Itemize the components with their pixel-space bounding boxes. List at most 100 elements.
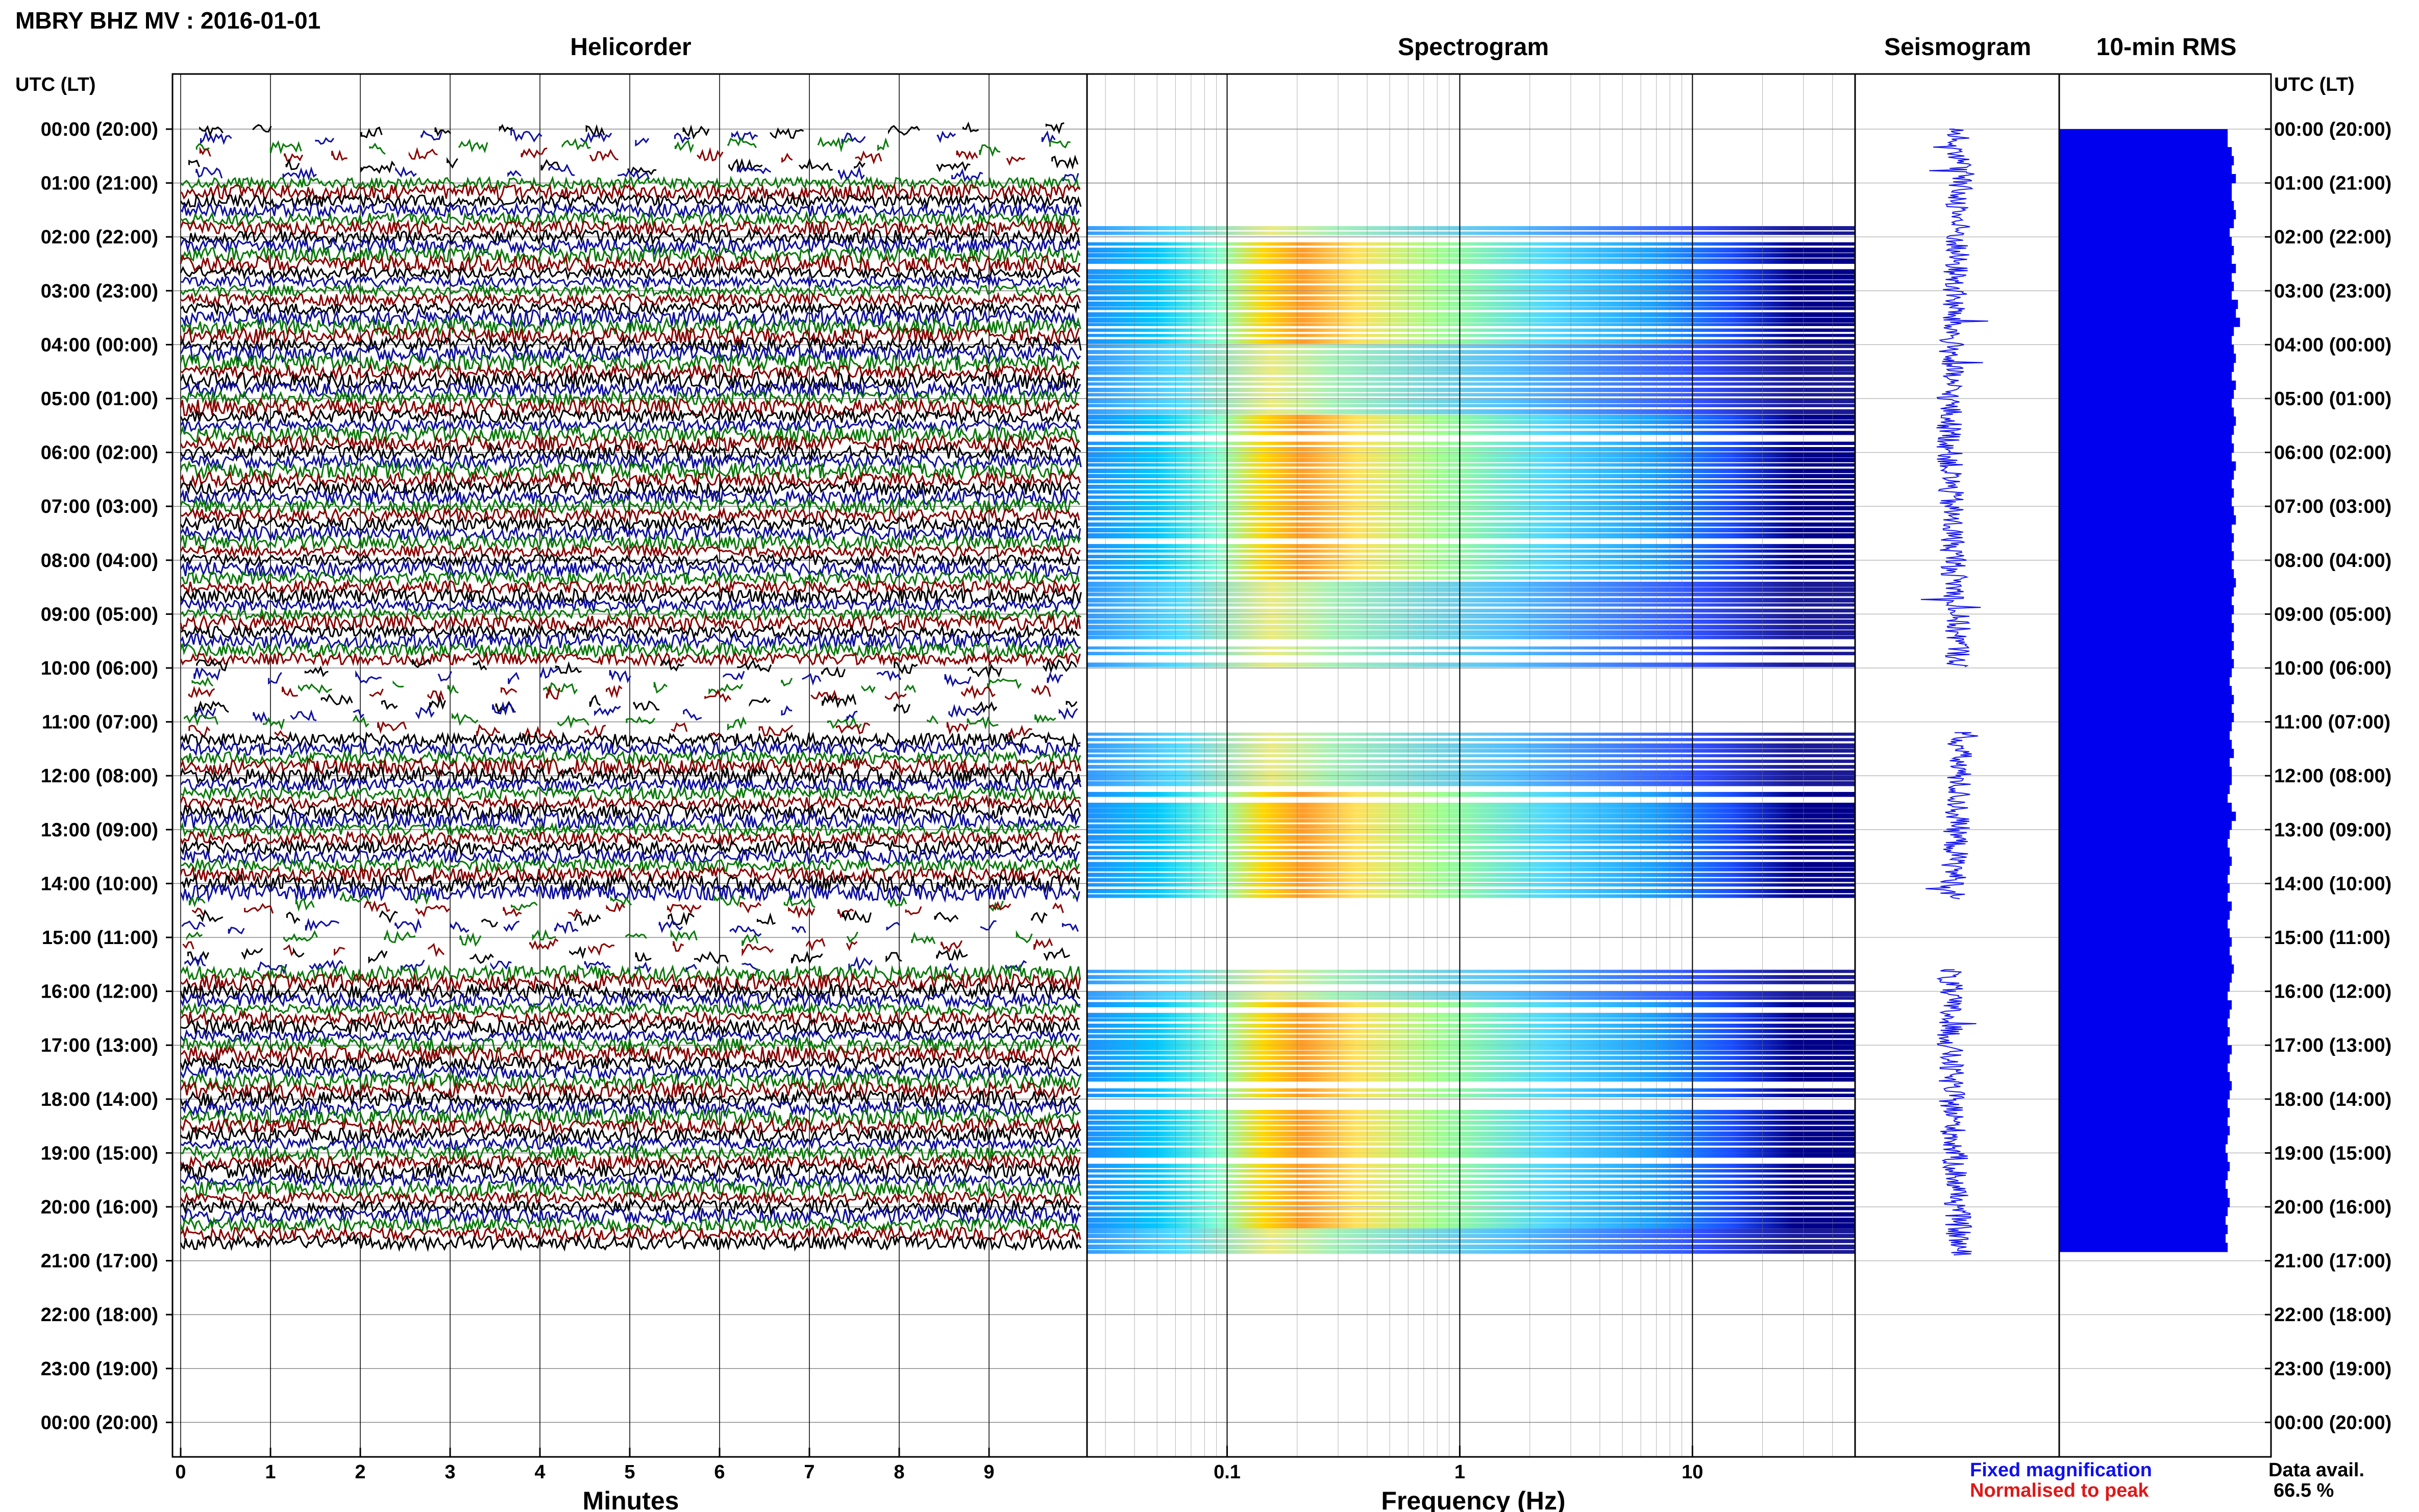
helicorder-xlabel: Minutes <box>583 1486 679 1512</box>
spectrogram-row <box>1087 862 1855 867</box>
spectrogram-row <box>1087 851 1855 856</box>
time-label-right: 08:00 (04:00) <box>2274 550 2391 572</box>
rms-bar <box>2059 605 2234 614</box>
spectrogram-row <box>1087 253 1855 258</box>
spectrogram-row <box>1087 776 1855 781</box>
rms-bar <box>2059 443 2234 453</box>
time-label-right: 20:00 (16:00) <box>2274 1197 2391 1218</box>
time-label-right: 04:00 (00:00) <box>2274 334 2391 356</box>
rms-bar <box>2059 434 2232 444</box>
time-label-left: 03:00 (23:00) <box>41 281 158 302</box>
rms-bar <box>2059 470 2234 480</box>
helicorder-trace <box>180 291 1081 308</box>
spectrogram-row <box>1087 425 1855 429</box>
figure-title: MBRY BHZ MV : 2016-01-01 <box>15 7 320 34</box>
helicorder-trace <box>187 946 1070 964</box>
spectrogram-row <box>1087 759 1855 763</box>
rms-bar <box>2059 829 2230 839</box>
spectrogram-row <box>1087 1002 1855 1007</box>
spectrogram-row <box>1087 614 1855 619</box>
rms-bar <box>2059 1000 2232 1010</box>
spectrogram-row <box>1087 323 1855 326</box>
time-axis-label-left: UTC (LT) <box>15 74 96 95</box>
spectrogram-row <box>1087 1174 1855 1178</box>
spectrogram-row <box>1087 1061 1855 1065</box>
spectrogram-row <box>1087 1109 1855 1114</box>
time-label-left: 16:00 (12:00) <box>41 981 158 1003</box>
rms-bar <box>2059 893 2228 902</box>
helicorder-trace <box>180 865 1080 884</box>
spectrogram-row <box>1087 765 1855 769</box>
rms-bar <box>2059 641 2234 651</box>
rms-bar <box>2059 1225 2228 1234</box>
rms-bar <box>2059 883 2230 893</box>
spectrogram-row <box>1087 1024 1855 1028</box>
time-label-right: 02:00 (22:00) <box>2274 227 2391 248</box>
rms-bar <box>2059 344 2234 354</box>
helicorder-trace <box>180 1001 1081 1018</box>
rms-bar <box>2059 1207 2228 1217</box>
time-label-left: 21:00 (17:00) <box>41 1251 158 1272</box>
rms-bar <box>2059 821 2232 830</box>
rms-bar <box>2059 290 2232 300</box>
rms-bar <box>2059 371 2232 381</box>
rms-bar <box>2059 1018 2228 1028</box>
rms-bar <box>2059 901 2232 911</box>
spectrogram-row <box>1087 1212 1855 1217</box>
rms-bar <box>2059 165 2232 175</box>
helicorder-trace <box>192 900 1064 919</box>
rms-bar <box>2059 758 2230 767</box>
spectrogram-row <box>1087 840 1855 844</box>
rms-bar <box>2059 1198 2230 1207</box>
spectrogram-row <box>1087 1223 1855 1229</box>
time-label-left: 15:00 (11:00) <box>42 927 158 949</box>
spectrogram-row <box>1087 1153 1855 1158</box>
time-label-left: 08:00 (04:00) <box>41 550 158 572</box>
spectrogram-row <box>1087 1163 1855 1168</box>
spectrogram-row <box>1087 835 1855 840</box>
rms-bar <box>2059 542 2232 552</box>
time-label-left: 10:00 (06:00) <box>41 658 158 679</box>
spectrogram-row <box>1087 856 1855 860</box>
rms-bar <box>2059 497 2232 507</box>
rms-bar <box>2059 578 2236 588</box>
rms-bar <box>2059 784 2230 794</box>
spectrogram-row <box>1087 1126 1855 1131</box>
helicorder-xtick-label: 1 <box>265 1461 276 1483</box>
rms-bar <box>2059 739 2232 749</box>
helicorder-trace <box>180 838 1081 857</box>
time-label-right: 11:00 (07:00) <box>2274 712 2390 733</box>
spectrogram-row <box>1087 1039 1855 1045</box>
spectrogram-row <box>1087 1029 1855 1033</box>
time-label-left: 09:00 (05:00) <box>41 604 158 625</box>
spectrogram-row <box>1087 275 1855 280</box>
spectrogram-row <box>1087 878 1855 882</box>
rms-bar <box>2059 524 2232 534</box>
spectrogram-row <box>1087 441 1855 445</box>
helicorder-trace <box>186 929 1033 947</box>
time-label-right: 00:00 (20:00) <box>2274 1412 2391 1433</box>
rms-bar <box>2059 210 2236 219</box>
time-label-left: 01:00 (21:00) <box>41 173 158 194</box>
spectrogram-row <box>1087 1094 1855 1097</box>
time-label-right: 15:00 (11:00) <box>2274 927 2390 949</box>
time-label-right: 17:00 (13:00) <box>2274 1035 2391 1056</box>
time-label-right: 07:00 (03:00) <box>2274 496 2391 517</box>
spectrogram-row <box>1087 1018 1855 1022</box>
rms-bar <box>2059 1072 2230 1082</box>
helicorder-xtick-label: 0 <box>175 1461 186 1483</box>
rms-bar <box>2059 937 2232 947</box>
helicorder-title: Helicorder <box>570 34 691 61</box>
spectrogram-row <box>1087 317 1855 323</box>
rms-bar <box>2059 596 2232 606</box>
spectrogram-row <box>1087 1072 1855 1077</box>
spectrogram-row <box>1087 1196 1855 1199</box>
rms-bar <box>2059 192 2232 202</box>
rms-bar <box>2059 219 2234 229</box>
spectrogram-row <box>1087 1180 1855 1184</box>
time-label-left: 11:00 (07:00) <box>42 712 158 733</box>
spectrogram-row <box>1087 1034 1855 1038</box>
rms-bar <box>2059 138 2228 147</box>
rms-bar <box>2059 183 2232 192</box>
rms-bar <box>2059 1171 2228 1180</box>
